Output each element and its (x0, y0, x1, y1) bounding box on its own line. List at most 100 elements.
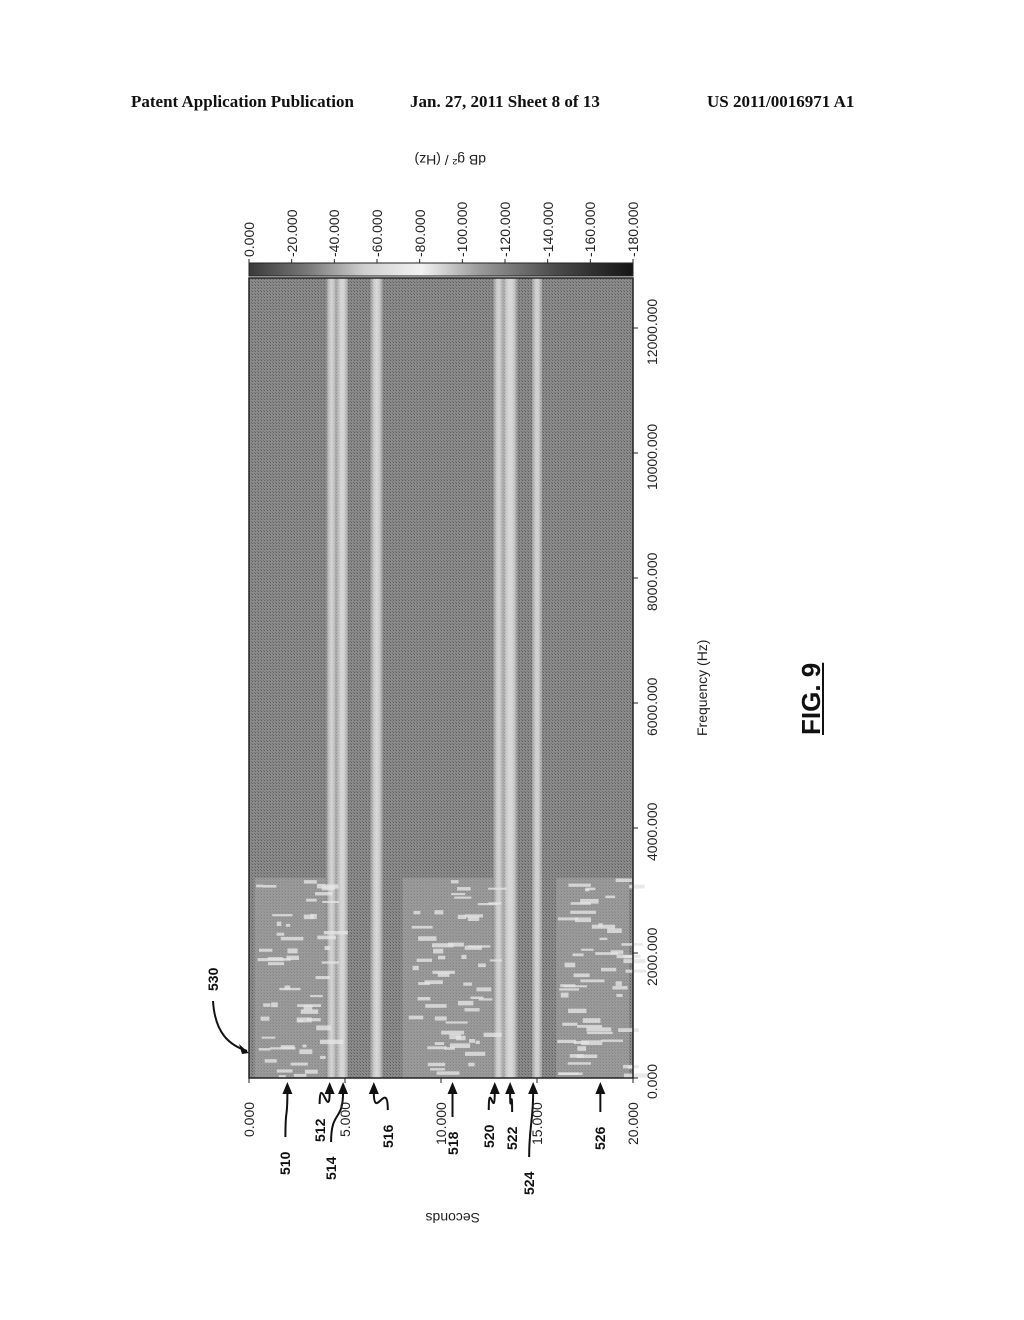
ref-label-530: 530 (205, 967, 221, 991)
speech-streak (623, 1064, 639, 1069)
speech-streak (475, 1040, 480, 1045)
speech-streak (591, 924, 616, 929)
speech-streak (287, 948, 298, 954)
ref-arrow-520 (487, 1091, 496, 1111)
speech-region (556, 878, 649, 1078)
speech-streak (432, 943, 454, 948)
colorbar-tick-label: -160.000 (582, 201, 599, 257)
frequency-tick-label: 2000.000 (644, 927, 660, 986)
speech-streak (601, 1039, 624, 1042)
frequency-tick-label: 0.000 (644, 1063, 660, 1099)
speech-streak (434, 1016, 447, 1021)
speech-streak (457, 1000, 474, 1006)
speech-streak (469, 1039, 476, 1043)
speech-streak (581, 1040, 603, 1046)
ref-arrowhead-512 (324, 1082, 335, 1094)
ref-arrowhead-524 (528, 1082, 539, 1094)
speech-streak (432, 970, 455, 974)
seconds-tick-label: 0.000 (241, 1101, 257, 1137)
speech-streak (445, 1021, 468, 1024)
speech-streak (418, 982, 430, 985)
speech-streak (629, 884, 645, 889)
speech-streak (599, 937, 608, 941)
bright-band-516 (371, 278, 382, 1078)
speech-streak (562, 1022, 578, 1026)
speech-streak (451, 893, 466, 896)
speech-streak (276, 921, 282, 927)
speech-streak (272, 914, 293, 917)
speech-streak (568, 1008, 587, 1014)
colorbar-tick-label: -20.000 (283, 209, 300, 257)
speech-streak (595, 952, 619, 955)
speech-streak (615, 878, 633, 883)
speech-streak (464, 1051, 486, 1056)
colorbar-tick-label: 0.000 (241, 221, 257, 257)
speech-streak (263, 1003, 271, 1007)
speech-streak (310, 995, 323, 998)
speech-region-fill (556, 878, 630, 1078)
speech-streak (476, 987, 492, 992)
speech-streak (434, 1042, 445, 1046)
bright-band-514 (337, 278, 347, 1078)
ref-arrowhead-510 (282, 1082, 293, 1094)
speech-streak (261, 1036, 276, 1039)
ref-arrow-530 (212, 1000, 248, 1052)
speech-streak (450, 880, 459, 884)
seconds-tick-label: 15.000 (529, 1102, 545, 1145)
speech-streak (573, 973, 590, 978)
colorbar-tick-label: -60.000 (369, 209, 385, 257)
speech-streak (290, 1062, 308, 1066)
speech-streak (306, 1018, 321, 1022)
speech-streak (264, 1059, 277, 1063)
speech-streak (585, 888, 590, 892)
ref-arrowhead-530 (239, 1044, 249, 1054)
bright-band-524 (533, 278, 541, 1078)
speech-streak (623, 955, 632, 959)
seconds-axis-title: Seconds (425, 1210, 480, 1226)
speech-streak (616, 993, 623, 997)
speech-streak (577, 1046, 587, 1051)
colorbar-tick-label: -140.000 (539, 201, 556, 257)
ref-arrow-510 (284, 1091, 289, 1138)
speech-streak (463, 982, 472, 986)
speech-streak (306, 898, 317, 902)
ref-arrowhead-522 (505, 1082, 516, 1094)
speech-streak (303, 880, 317, 884)
speech-streak (262, 885, 277, 888)
speech-streak (457, 914, 466, 919)
speech-streak (430, 1068, 445, 1071)
speech-streak (408, 1015, 424, 1020)
frequency-tick-label: 4000.000 (644, 802, 660, 861)
speech-streak (623, 959, 646, 964)
speech-streak (416, 958, 433, 962)
frequency-tick-label: 12000.000 (644, 298, 660, 365)
frequency-axis-title: Frequency (Hz) (694, 639, 710, 736)
speech-streak (557, 1039, 577, 1044)
speech-streak (434, 910, 444, 915)
bright-band-512 (327, 278, 336, 1078)
speech-streak (418, 936, 437, 941)
ref-label-512: 512 (311, 1118, 328, 1142)
speech-streak (586, 1031, 613, 1035)
speech-streak (417, 996, 431, 1001)
colorbar-title: dB g² / (Hz) (414, 152, 486, 168)
speech-streak (468, 1062, 475, 1067)
speech-streak (427, 1046, 447, 1050)
speech-streak (570, 910, 597, 914)
colorbar-tick-label: -100.000 (454, 201, 471, 257)
frequency-tick-label: 6000.000 (644, 677, 660, 736)
bright-band-522 (504, 278, 516, 1078)
speech-streak (581, 948, 594, 951)
speech-streak (285, 923, 291, 927)
speech-streak (436, 1071, 460, 1075)
speech-region (402, 878, 507, 1078)
frequency-tick-label: 8000.000 (644, 552, 660, 611)
speech-streak (461, 954, 467, 960)
speech-streak (413, 910, 421, 915)
speech-streak (468, 945, 491, 948)
speech-streak (464, 914, 483, 918)
speech-streak (568, 883, 591, 887)
speech-streak (438, 955, 446, 960)
ref-arrow-522 (509, 1091, 514, 1113)
speech-streak (256, 884, 264, 888)
